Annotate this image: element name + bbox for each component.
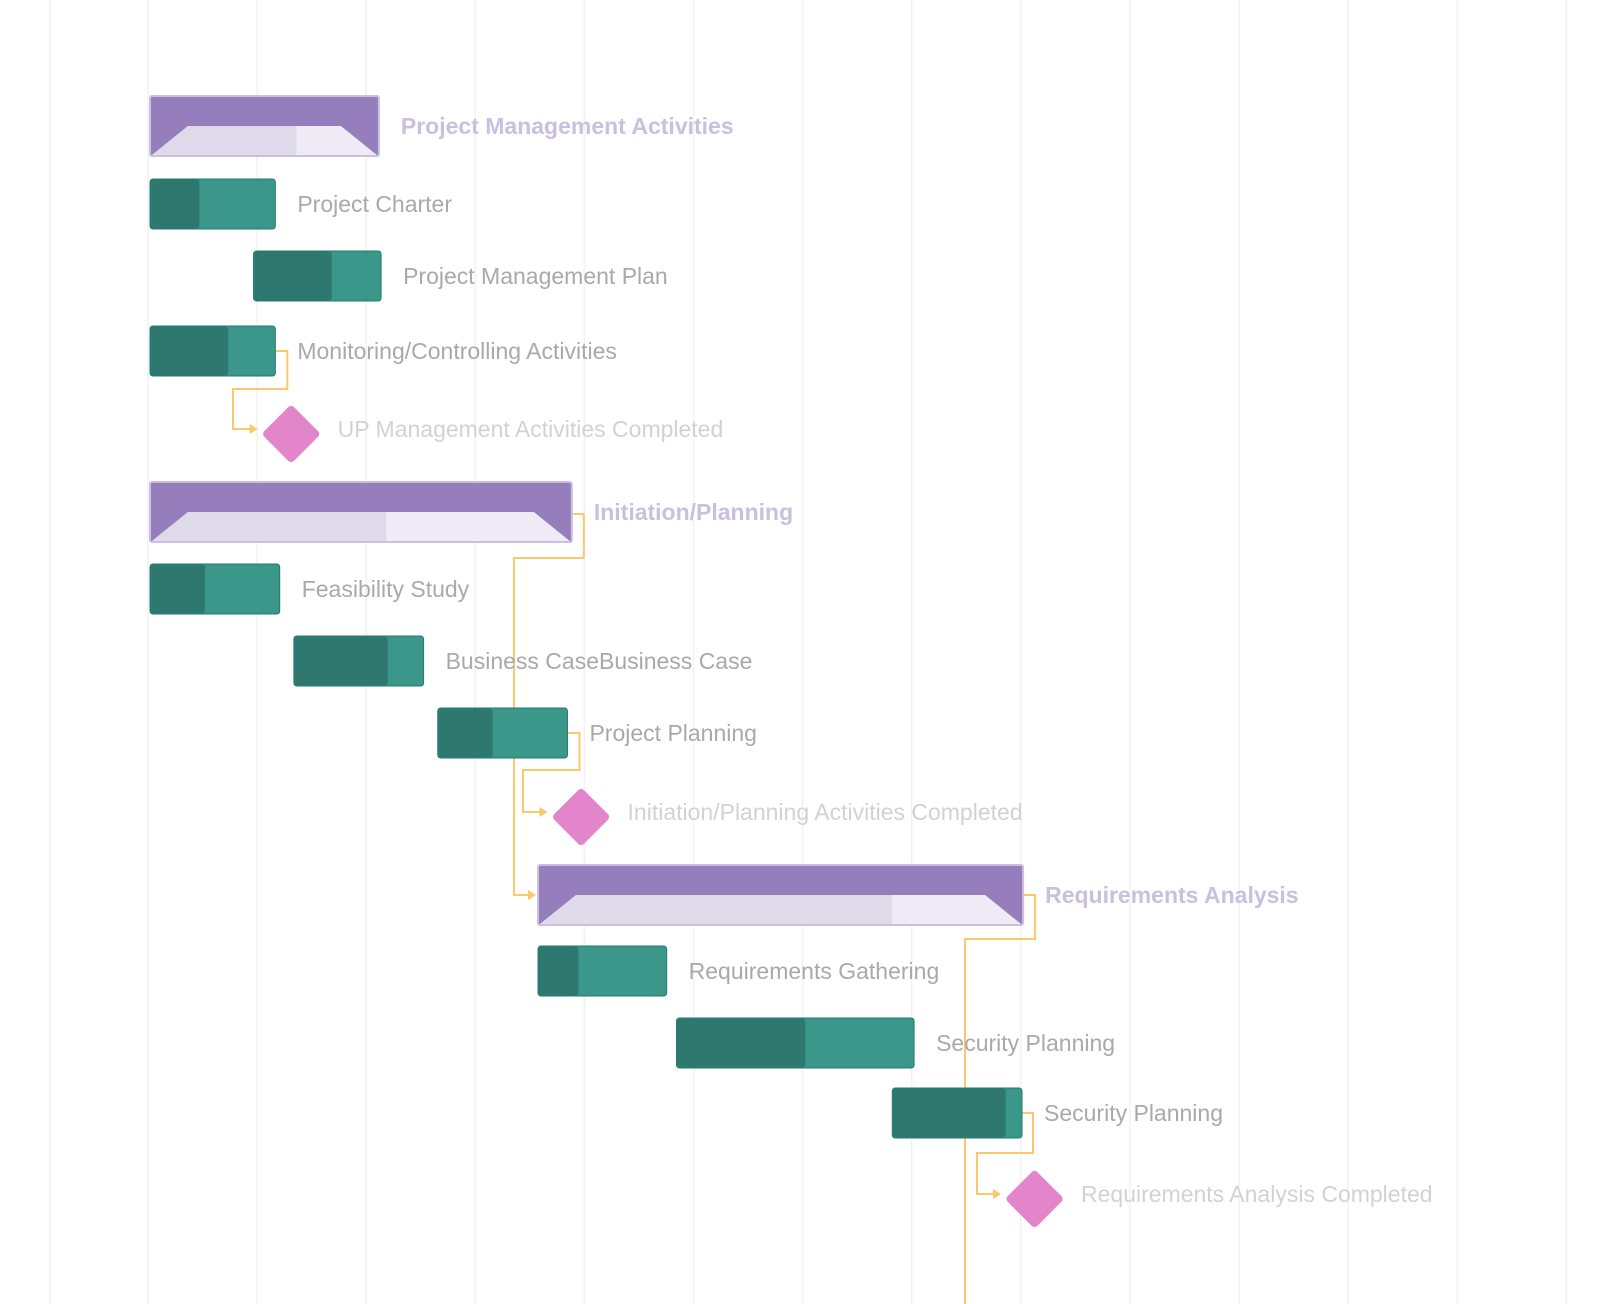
milestone-diamond <box>1006 1170 1063 1227</box>
task-label: Security Planning <box>1044 1100 1223 1126</box>
task-label: Project Charter <box>297 191 452 217</box>
task-bar <box>253 250 382 302</box>
arrow-head-icon <box>539 807 548 817</box>
task-bar <box>293 635 425 687</box>
summary-label: Requirements Analysis <box>1045 882 1299 908</box>
summary-label: Initiation/Planning <box>594 499 793 525</box>
grid-lines <box>49 0 1568 1304</box>
task-label: Feasibility Study <box>302 576 470 602</box>
task-label: Requirements Gathering <box>689 958 940 984</box>
task-label: Security Planning <box>936 1030 1115 1056</box>
task-progress <box>150 326 229 376</box>
arrow-head-icon <box>993 1189 1001 1199</box>
summary-bar <box>537 864 1025 926</box>
summary-label: Project Management Activities <box>401 113 734 139</box>
gantt-chart: Project Management Activities Project Cha… <box>49 0 1568 1304</box>
task-progress <box>150 564 205 614</box>
task-bar <box>891 1087 1023 1139</box>
task-bar <box>149 178 276 230</box>
summary-bar <box>149 481 573 543</box>
task-label: Project Management Plan <box>403 263 668 289</box>
task-progress <box>538 946 579 996</box>
task-progress <box>294 636 388 686</box>
task-progress <box>150 179 200 229</box>
task-bar <box>537 945 668 997</box>
task-label: Business CaseBusiness Case <box>446 648 753 674</box>
task-label: Project Planning <box>589 720 757 746</box>
task-bar <box>149 563 281 615</box>
task-progress <box>892 1088 1006 1138</box>
task-bar <box>437 707 568 759</box>
task-progress <box>438 708 493 758</box>
arrow-head-icon <box>528 890 537 900</box>
summary-progress <box>540 895 893 924</box>
milestone-diamond <box>553 788 610 845</box>
task-label: Monitoring/Controlling Activities <box>297 338 617 364</box>
task-progress <box>254 251 332 301</box>
milestone-diamond <box>263 405 320 462</box>
milestone-label: Requirements Analysis Completed <box>1081 1181 1433 1207</box>
task-bar <box>149 325 276 377</box>
milestone-label: UP Management Activities Completed <box>338 416 724 442</box>
milestone-label: Initiation/Planning Activities Completed <box>628 799 1023 825</box>
summary-bar <box>149 95 380 157</box>
task-progress <box>676 1018 806 1068</box>
summary-progress <box>152 512 387 541</box>
task-bar <box>675 1017 915 1069</box>
